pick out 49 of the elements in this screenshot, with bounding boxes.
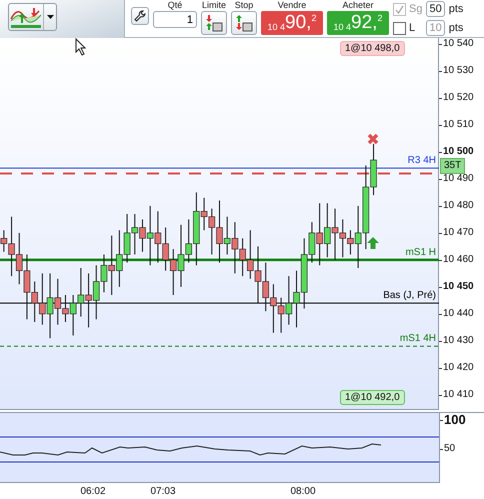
- quantity-label: Qté: [168, 0, 182, 10]
- order-tag[interactable]: 1@10 492,0: [340, 390, 405, 405]
- unit-label: pts: [448, 3, 464, 15]
- timer-badge: 35T: [440, 158, 466, 174]
- price-axis-label: 10 420: [443, 362, 474, 374]
- price-axis-label: 10 530: [443, 64, 474, 77]
- time-axis-label: 06:02: [80, 486, 106, 497]
- price-axis-label: 10 440: [443, 308, 474, 320]
- time-axis-label: 07:03: [150, 486, 176, 497]
- price-axis-label: 10 450: [443, 280, 474, 293]
- stop-label: Stop: [234, 0, 254, 10]
- sell-label: Vendre: [278, 0, 306, 10]
- level-label: mS1 H: [405, 246, 436, 258]
- price-axis-label: 10 480: [443, 200, 474, 212]
- price-axis-label: 10 490: [443, 172, 474, 185]
- settings-button[interactable]: [131, 7, 149, 25]
- checkbox-label: L: [409, 22, 416, 34]
- limit-label: Limite: [202, 0, 226, 10]
- indicator-axis-label: 100: [444, 414, 466, 426]
- cursor-icon: [75, 38, 87, 56]
- cross-marker-icon: [367, 133, 379, 145]
- order-tag[interactable]: 1@10 498,0: [340, 41, 405, 56]
- unit-label: pts: [448, 22, 464, 34]
- strategy-button[interactable]: [8, 3, 57, 31]
- indicator-axis-label: 50: [444, 443, 456, 455]
- limit-order-icon: [205, 14, 223, 32]
- price-axis-label: 10 540: [443, 38, 474, 50]
- price-axis-label: 10 520: [443, 92, 474, 104]
- time-axis-label: 08:00: [290, 486, 316, 497]
- level-label: mS1 4H: [400, 333, 436, 344]
- caret-down-icon: [46, 15, 54, 19]
- price-axis-label: 10 460: [443, 254, 474, 266]
- up-arrow-icon: [367, 237, 379, 249]
- price-axis-label: 10 410: [443, 388, 474, 401]
- price-axis-label: 10 510: [443, 118, 474, 131]
- stop-order-button[interactable]: [231, 11, 257, 35]
- level-label: R3 4H: [408, 155, 436, 166]
- quantity-field[interactable]: 1: [153, 11, 197, 28]
- wrench-icon: [134, 10, 146, 22]
- stop-order-icon: [235, 14, 253, 32]
- price-axis-label: 10 500: [443, 146, 474, 158]
- checkbox[interactable]: [393, 22, 406, 34]
- level-label: Bas (J, Pré): [383, 290, 436, 302]
- chart-strategy-icon: [9, 5, 43, 29]
- checkbox-label: Sg: [409, 3, 422, 15]
- buy-label: Acheter: [342, 0, 374, 10]
- price-axis-label: 10 430: [443, 334, 474, 347]
- limit-order-button[interactable]: [201, 11, 227, 35]
- price-axis-label: 10 470: [443, 226, 474, 239]
